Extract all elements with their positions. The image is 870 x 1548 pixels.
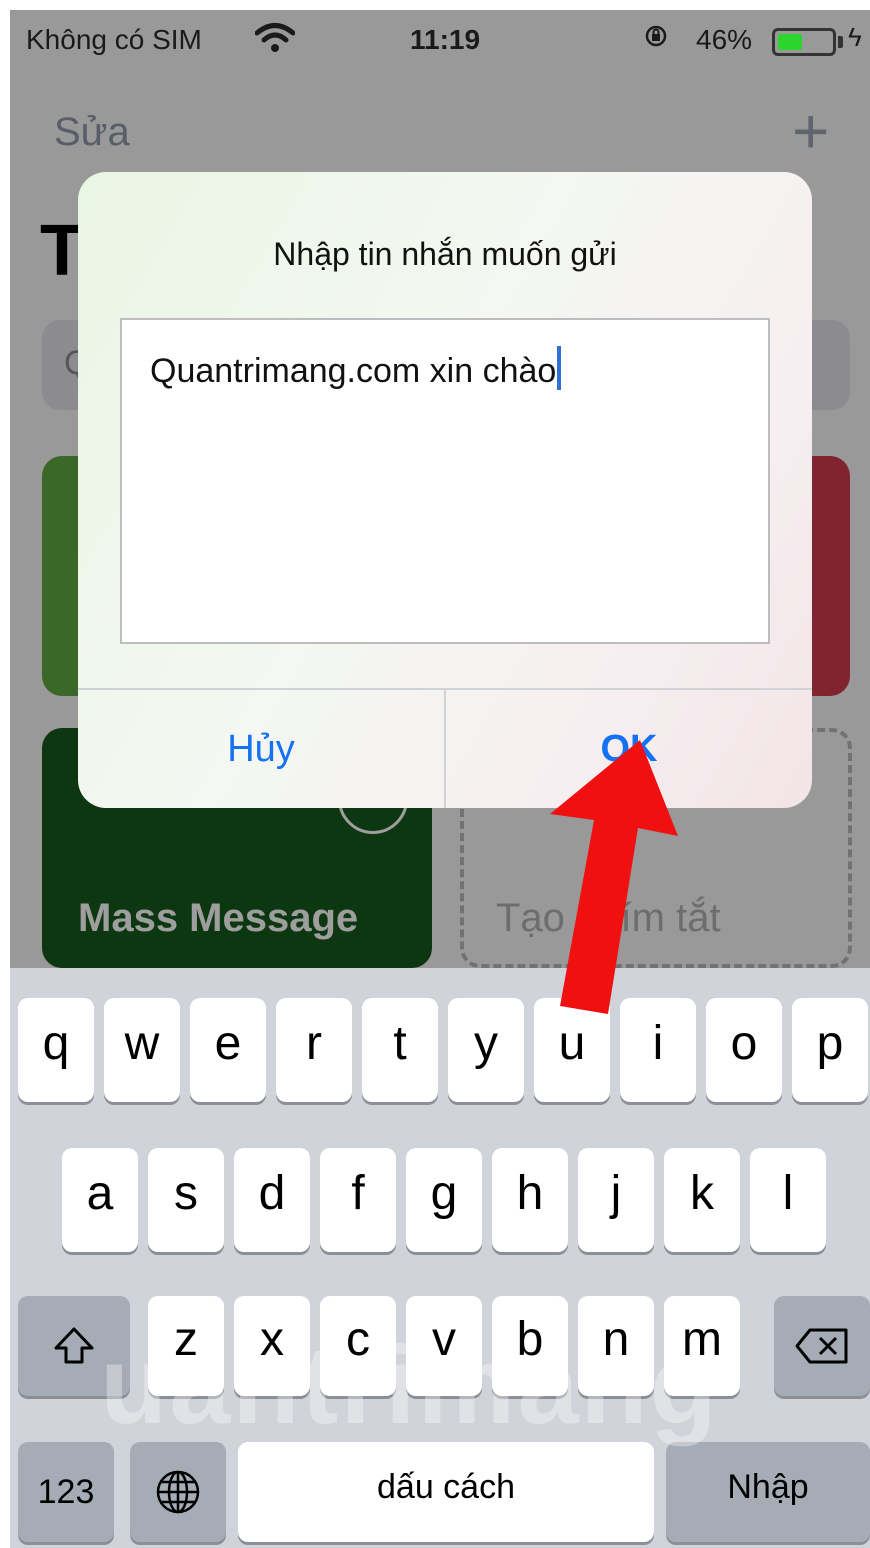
key-f[interactable]: f <box>320 1148 396 1252</box>
alert-title: Nhập tin nhắn muốn gửi <box>273 236 617 272</box>
keyboard: qwertyuiop asdfghjkl zxcvbnm 123 dấu các… <box>10 968 870 1548</box>
key-y[interactable]: y <box>448 998 524 1102</box>
key-g[interactable]: g <box>406 1148 482 1252</box>
carrier-label: Không có SIM <box>26 24 202 55</box>
key-label: j <box>610 1167 622 1220</box>
key-label: q <box>42 1017 70 1070</box>
key-label: a <box>86 1167 114 1220</box>
key-c[interactable]: c <box>320 1296 396 1396</box>
orientation-lock-icon <box>645 25 667 47</box>
key-h[interactable]: h <box>492 1148 568 1252</box>
key-label: d <box>258 1167 286 1220</box>
key-label: s <box>174 1167 198 1220</box>
key-label: g <box>430 1167 458 1220</box>
key-label: v <box>432 1313 456 1366</box>
key-label: p <box>816 1017 844 1070</box>
battery-tip <box>838 36 843 48</box>
key-m[interactable]: m <box>664 1296 740 1396</box>
key-label: r <box>306 1017 322 1070</box>
key-label: x <box>260 1313 284 1366</box>
message-text-field[interactable]: Quantrimang.com xin chào <box>120 318 770 644</box>
key-label: b <box>516 1313 544 1366</box>
status-bar: Không có SIM 11:19 46% ϟ <box>10 10 870 72</box>
shift-key[interactable] <box>18 1296 130 1396</box>
key-label: f <box>351 1167 365 1220</box>
wifi-icon <box>255 23 295 52</box>
key-b[interactable]: b <box>492 1296 568 1396</box>
key-label: z <box>174 1313 198 1366</box>
key-label: l <box>782 1167 794 1220</box>
key-label: h <box>516 1167 544 1220</box>
key-j[interactable]: j <box>578 1148 654 1252</box>
message-input-alert: Nhập tin nhắn muốn gửi Quantrimang.com x… <box>78 172 812 808</box>
globe-icon <box>156 1470 200 1514</box>
key-label: w <box>124 1017 160 1070</box>
message-text-value: Quantrimang.com xin chào <box>150 346 562 391</box>
key-z[interactable]: z <box>148 1296 224 1396</box>
screenshot-border <box>0 0 10 1548</box>
key-label: n <box>602 1313 630 1366</box>
key-e[interactable]: e <box>190 998 266 1102</box>
key-s[interactable]: s <box>148 1148 224 1252</box>
key-label: c <box>346 1313 370 1366</box>
key-q[interactable]: q <box>18 998 94 1102</box>
key-a[interactable]: a <box>62 1148 138 1252</box>
key-t[interactable]: t <box>362 998 438 1102</box>
key-v[interactable]: v <box>406 1296 482 1396</box>
text-cursor <box>557 346 562 390</box>
key-d[interactable]: d <box>234 1148 310 1252</box>
key-label: y <box>474 1017 498 1070</box>
key-n[interactable]: n <box>578 1296 654 1396</box>
key-k[interactable]: k <box>664 1148 740 1252</box>
key-w[interactable]: w <box>104 998 180 1102</box>
key-label: e <box>214 1017 242 1070</box>
battery-percent: 46% <box>696 24 753 55</box>
clock: 11:19 <box>410 24 481 55</box>
key-x[interactable]: x <box>234 1296 310 1396</box>
key-p[interactable]: p <box>792 998 868 1102</box>
screenshot-border <box>0 0 870 10</box>
delete-key[interactable] <box>774 1296 870 1396</box>
key-label: k <box>690 1167 714 1220</box>
key-l[interactable]: l <box>750 1148 826 1252</box>
space-key[interactable]: dấu cách <box>238 1442 654 1542</box>
arrow-up-icon <box>550 740 678 1014</box>
key-label: m <box>682 1313 722 1366</box>
battery-icon <box>772 28 836 56</box>
delete-icon <box>795 1328 848 1364</box>
charging-icon: ϟ <box>848 22 862 52</box>
battery-level <box>778 34 802 50</box>
return-key[interactable]: Nhập <box>666 1442 870 1542</box>
numbers-key[interactable]: 123 <box>18 1442 114 1542</box>
globe-key[interactable] <box>130 1442 226 1542</box>
key-r[interactable]: r <box>276 998 352 1102</box>
phone-screen: Sửa + T Q Mass Message Tạo phím tắt Khôn… <box>10 10 870 1548</box>
key-label: t <box>393 1017 407 1070</box>
cancel-button[interactable]: Hủy <box>78 690 444 808</box>
shift-icon <box>54 1327 94 1364</box>
